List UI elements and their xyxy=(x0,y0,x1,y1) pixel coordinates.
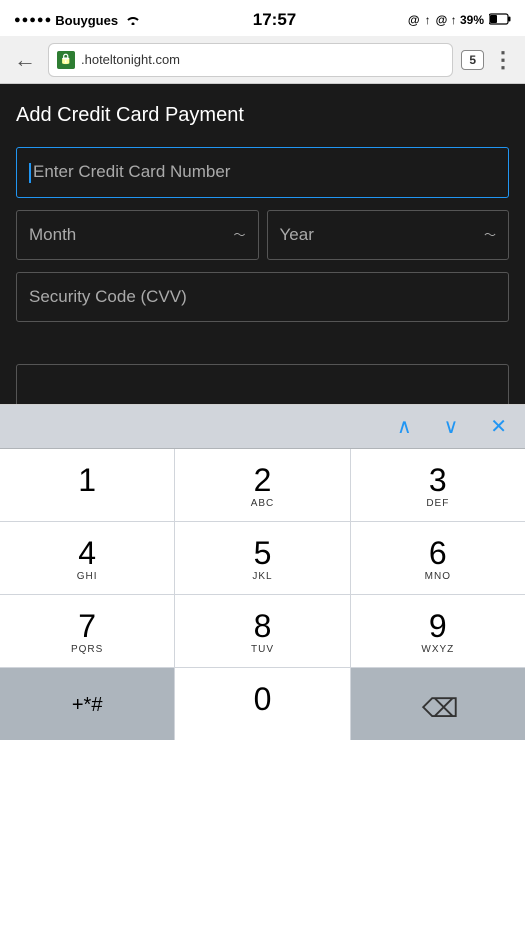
page-title: Add Credit Card Payment xyxy=(16,104,509,127)
key-3[interactable]: 3 DEF xyxy=(351,449,525,521)
year-dropdown[interactable]: Year 〜 xyxy=(267,210,510,260)
clock: 17:57 xyxy=(253,10,296,30)
backspace-icon xyxy=(422,693,454,717)
lock-icon xyxy=(57,51,75,69)
status-right: @ ↑ @ ↑ 39% xyxy=(408,13,511,28)
keyboard-down-button[interactable]: ∨ xyxy=(438,412,465,441)
key-8[interactable]: 8 TUV xyxy=(175,595,349,667)
credit-card-field[interactable]: Enter Credit Card Number xyxy=(16,147,509,198)
keyboard-toolbar: ∧ ∨ ✕ xyxy=(0,405,525,449)
status-bar: ●●●●● Bouygues 17:57 @ ↑ @ ↑ 39% xyxy=(0,0,525,36)
key-5[interactable]: 5 JKL xyxy=(175,522,349,594)
cvv-placeholder: Security Code (CVV) xyxy=(29,287,187,306)
cvv-field[interactable]: Security Code (CVV) xyxy=(16,272,509,322)
status-left: ●●●●● Bouygues xyxy=(14,13,141,28)
key-7[interactable]: 7 PQRS xyxy=(0,595,174,667)
carrier-label: Bouygues xyxy=(55,13,118,28)
location-icon: ↑ xyxy=(425,13,431,27)
address-bar[interactable]: .hoteltonight.com xyxy=(48,43,453,77)
tab-count[interactable]: 5 xyxy=(461,50,484,70)
key-1[interactable]: 1 xyxy=(0,449,174,521)
key-0[interactable]: 0 xyxy=(175,668,349,740)
key-2[interactable]: 2 ABC xyxy=(175,449,349,521)
key-6[interactable]: 6 MNO xyxy=(351,522,525,594)
back-button[interactable]: ← xyxy=(10,47,40,73)
card-number-placeholder: Enter Credit Card Number xyxy=(33,162,230,181)
keyboard-up-button[interactable]: ∧ xyxy=(391,412,418,441)
text-cursor xyxy=(29,163,31,183)
battery-icon xyxy=(489,13,511,28)
month-label: Month xyxy=(29,225,76,245)
expiry-row: Month 〜 Year 〜 xyxy=(16,210,509,260)
bottom-partial xyxy=(0,364,525,404)
signal-dots: ●●●●● xyxy=(14,14,52,26)
key-symbols[interactable]: +*# xyxy=(0,668,174,740)
year-chevron-icon: 〜 xyxy=(484,226,496,243)
month-dropdown[interactable]: Month 〜 xyxy=(16,210,259,260)
more-button[interactable]: ⋮ xyxy=(492,47,515,73)
page-content: Add Credit Card Payment Enter Credit Car… xyxy=(0,84,525,364)
keyboard-close-button[interactable]: ✕ xyxy=(484,412,513,441)
gps-icon: @ xyxy=(408,13,420,27)
month-chevron-icon: 〜 xyxy=(233,226,245,243)
wifi-icon xyxy=(125,13,141,28)
battery-label: @ ↑ 39% xyxy=(436,13,484,27)
key-4[interactable]: 4 GHI xyxy=(0,522,174,594)
year-label: Year xyxy=(280,225,314,245)
keyboard-area: ∧ ∨ ✕ 1 2 ABC 3 DEF 4 GHI 5 JKL 6 MNO xyxy=(0,404,525,740)
key-backspace[interactable] xyxy=(351,668,525,740)
key-9[interactable]: 9 WXYZ xyxy=(351,595,525,667)
url-text: .hoteltonight.com xyxy=(81,52,444,67)
browser-chrome: ← .hoteltonight.com 5 ⋮ xyxy=(0,36,525,84)
keyboard-grid: 1 2 ABC 3 DEF 4 GHI 5 JKL 6 MNO 7 PQRS xyxy=(0,449,525,740)
